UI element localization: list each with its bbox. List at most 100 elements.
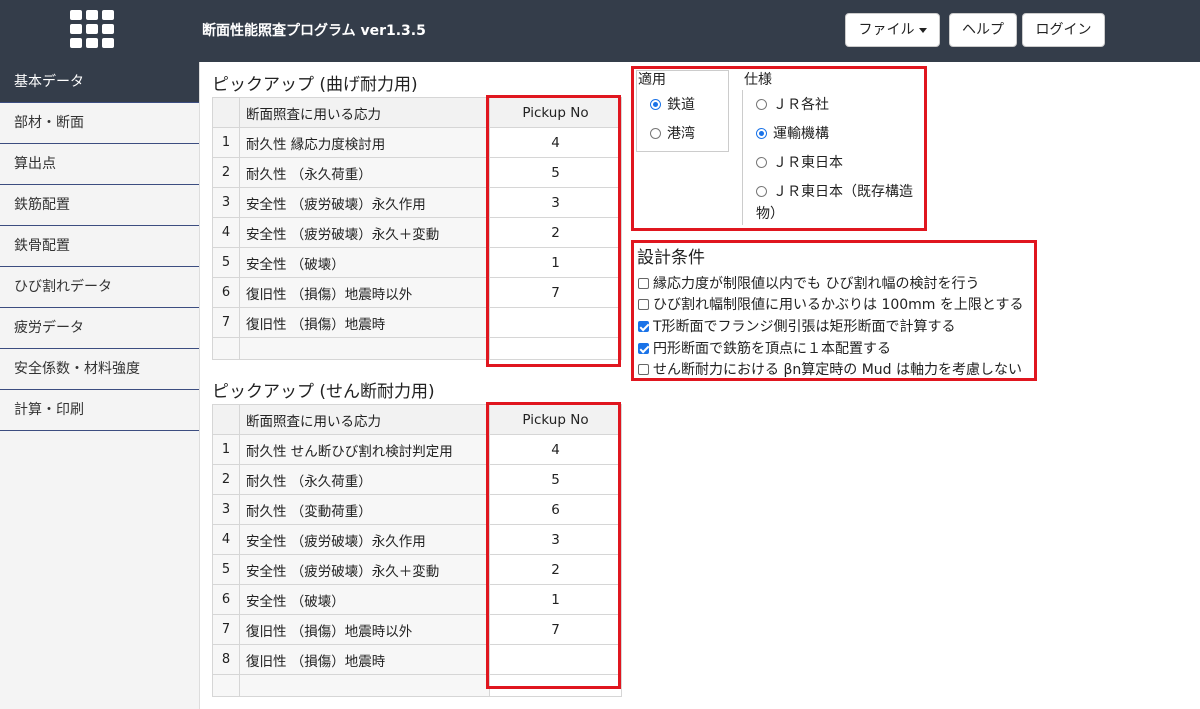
- app-title: 断面性能照査プログラム ver1.3.5: [202, 23, 426, 39]
- row-number: 7: [212, 614, 240, 645]
- app-menu-grid-icon[interactable]: [70, 10, 114, 48]
- sidebar-item-steel[interactable]: 鉄骨配置: [0, 226, 199, 267]
- radio-icon[interactable]: [756, 99, 767, 110]
- condition-crack-width-check[interactable]: 縁応力度が制限値以内でも ひび割れ幅の検討を行う: [638, 273, 979, 293]
- row-label: 耐久性 （永久荷重）: [239, 157, 490, 188]
- index-header: [212, 97, 240, 128]
- spec-option-jr-east-existing[interactable]: ＪＲ東日本（既存構造: [756, 181, 913, 201]
- pickup-cell[interactable]: [489, 337, 622, 360]
- condition-circular-section[interactable]: 円形断面で鉄筋を頂点に１本配置する: [638, 338, 891, 358]
- row-number: 6: [212, 277, 240, 308]
- row-number: 1: [212, 434, 240, 465]
- radio-icon[interactable]: [650, 128, 661, 139]
- table-row: 4 安全性 （疲労破壊）永久作用 3: [212, 524, 622, 555]
- bending-pickup-title: ピックアップ (曲げ耐力用): [212, 75, 418, 95]
- checkbox-checked-icon[interactable]: [638, 321, 649, 332]
- pickup-cell[interactable]: 2: [489, 217, 622, 248]
- application-option-railway[interactable]: 鉄道: [650, 94, 695, 114]
- radio-selected-icon[interactable]: [756, 128, 767, 139]
- checkbox-icon[interactable]: [638, 364, 649, 375]
- bending-pickup-table: 断面照査に用いる応力 Pickup No 1 耐久性 縁応力度検討用 4 2 耐久性 …: [212, 97, 622, 360]
- spec-option-jrtt[interactable]: 運輸機構: [756, 123, 829, 143]
- pickup-cell[interactable]: 7: [489, 614, 622, 645]
- row-label: 耐久性 （永久荷重）: [239, 464, 490, 495]
- checkbox-icon[interactable]: [638, 299, 649, 310]
- stress-column-header: 断面照査に用いる応力: [239, 404, 490, 435]
- sidebar: 基本データ 部材・断面 算出点 鉄筋配置 鉄骨配置 ひび割れデータ 疲労データ …: [0, 62, 200, 709]
- file-menu-label: ファイル: [858, 22, 915, 38]
- row-label: 安全性 （疲労破壊）永久＋変動: [239, 217, 490, 248]
- index-header: [212, 404, 240, 435]
- sidebar-item-member-section[interactable]: 部材・断面: [0, 103, 199, 144]
- condition-t-section[interactable]: T形断面でフランジ側引張は矩形断面で計算する: [638, 316, 956, 336]
- sidebar-item-basic-data[interactable]: 基本データ: [0, 62, 199, 103]
- table-row: 5 安全性 （疲労破壊）永久＋変動 2: [212, 554, 622, 585]
- row-number: 6: [212, 584, 240, 615]
- condition-cover-limit[interactable]: ひび割れ幅制限値に用いるかぶりは 100mm を上限とする: [638, 294, 1023, 314]
- row-label: 安全性 （疲労破壊）永久作用: [239, 187, 490, 218]
- pickup-cell[interactable]: [489, 674, 622, 697]
- radio-icon[interactable]: [756, 157, 767, 168]
- option-label: ＪＲ各社: [773, 97, 829, 113]
- row-label: 安全性 （破壊）: [239, 584, 490, 615]
- file-menu-button[interactable]: ファイル: [845, 13, 940, 47]
- pickup-cell[interactable]: 4: [489, 434, 622, 465]
- sidebar-item-safety-factors[interactable]: 安全係数・材料強度: [0, 349, 199, 390]
- pickup-cell[interactable]: 3: [489, 524, 622, 555]
- row-label: [239, 337, 490, 360]
- sidebar-item-calc-print[interactable]: 計算・印刷: [0, 390, 199, 431]
- spec-option-jr-companies[interactable]: ＪＲ各社: [756, 94, 829, 114]
- pickup-cell[interactable]: 5: [489, 464, 622, 495]
- pickup-cell[interactable]: 7: [489, 277, 622, 308]
- app-header: 断面性能照査プログラム ver1.3.5 ファイル ヘルプ ログイン: [0, 0, 1200, 62]
- pickup-cell[interactable]: [489, 307, 622, 338]
- application-option-port[interactable]: 港湾: [650, 123, 695, 143]
- pickup-column-header: Pickup No: [489, 97, 622, 128]
- radio-selected-icon[interactable]: [650, 99, 661, 110]
- checkbox-icon[interactable]: [638, 278, 649, 289]
- spec-option-jr-east[interactable]: ＪＲ東日本: [756, 152, 843, 172]
- row-label: 安全性 （破壊）: [239, 247, 490, 278]
- condition-label: T形断面でフランジ側引張は矩形断面で計算する: [653, 319, 956, 335]
- pickup-cell[interactable]: 4: [489, 127, 622, 158]
- pickup-cell[interactable]: [489, 644, 622, 675]
- table-row: 3 耐久性 （変動荷重） 6: [212, 494, 622, 525]
- pickup-cell[interactable]: 5: [489, 157, 622, 188]
- row-number: 1: [212, 127, 240, 158]
- table-row: 1 耐久性 せん断ひび割れ検討判定用 4: [212, 434, 622, 465]
- table-row: 2 耐久性 （永久荷重） 5: [212, 157, 622, 188]
- table-row: 3 安全性 （疲労破壊）永久作用 3: [212, 187, 622, 218]
- stress-column-header: 断面照査に用いる応力: [239, 97, 490, 128]
- condition-label: 縁応力度が制限値以内でも ひび割れ幅の検討を行う: [653, 276, 980, 292]
- help-button[interactable]: ヘルプ: [949, 13, 1017, 47]
- checkbox-checked-icon[interactable]: [638, 343, 649, 354]
- application-title: 適用: [638, 72, 666, 88]
- shear-pickup-table: 断面照査に用いる応力 Pickup No 1 耐久性 せん断ひび割れ検討判定用 4 …: [212, 404, 622, 697]
- design-conditions-title: 設計条件: [637, 248, 705, 268]
- sidebar-item-fatigue-data[interactable]: 疲労データ: [0, 308, 199, 349]
- row-label: 安全性 （疲労破壊）永久作用: [239, 524, 490, 555]
- row-label: 復旧性 （損傷）地震時以外: [239, 277, 490, 308]
- sidebar-item-rebar[interactable]: 鉄筋配置: [0, 185, 199, 226]
- option-label: 運輸機構: [773, 126, 829, 142]
- pickup-cell[interactable]: 1: [489, 247, 622, 278]
- login-button[interactable]: ログイン: [1022, 13, 1105, 47]
- table-row: 7 復旧性 （損傷）地震時以外 7: [212, 614, 622, 645]
- pickup-cell[interactable]: 2: [489, 554, 622, 585]
- condition-shear-axial[interactable]: せん断耐力における βn算定時の Mud は軸力を考慮しない: [638, 359, 1022, 379]
- caret-down-icon: [918, 27, 927, 33]
- pickup-cell[interactable]: 3: [489, 187, 622, 218]
- pickup-cell[interactable]: 6: [489, 494, 622, 525]
- row-label: 復旧性 （損傷）地震時: [239, 307, 490, 338]
- row-number: 4: [212, 217, 240, 248]
- row-number: 4: [212, 524, 240, 555]
- sidebar-item-crack-data[interactable]: ひび割れデータ: [0, 267, 199, 308]
- row-label: 安全性 （疲労破壊）永久＋変動: [239, 554, 490, 585]
- sidebar-item-calc-points[interactable]: 算出点: [0, 144, 199, 185]
- radio-icon[interactable]: [756, 186, 767, 197]
- pickup-cell[interactable]: 1: [489, 584, 622, 615]
- shear-pickup-title: ピックアップ (せん断耐力用): [212, 382, 435, 402]
- row-label: 復旧性 （損傷）地震時以外: [239, 614, 490, 645]
- pickup-column-header: Pickup No: [489, 404, 622, 435]
- row-number: 3: [212, 494, 240, 525]
